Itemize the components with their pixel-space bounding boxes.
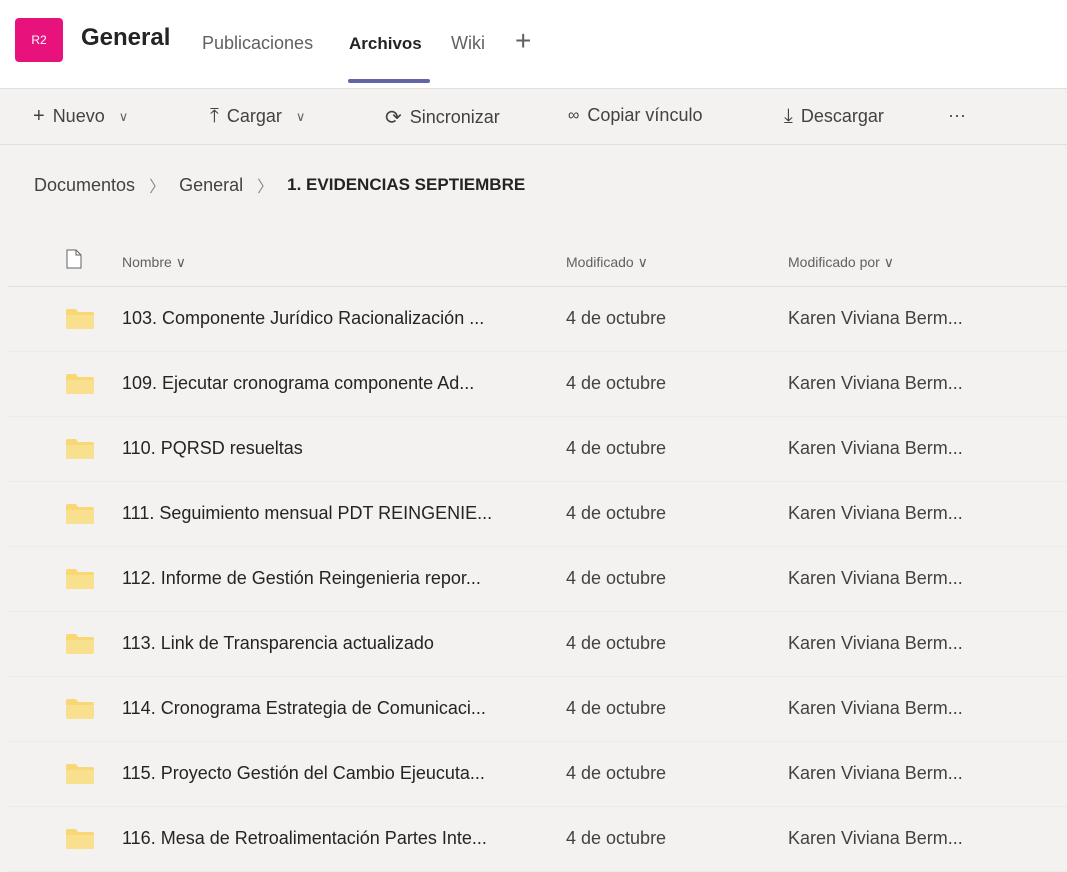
breadcrumb-current: 1. EVIDENCIAS SEPTIEMBRE <box>287 175 526 194</box>
chevron-down-icon: ∨ <box>175 254 186 270</box>
modified-date: 4 de octubre <box>566 568 667 588</box>
folder-icon <box>66 634 94 654</box>
download-icon: ⤓ <box>784 105 793 127</box>
tab-archivos[interactable]: Archivos <box>349 34 422 54</box>
column-header-modified[interactable]: Modificado ∨ <box>566 254 648 271</box>
chevron-right-icon: 〉 <box>149 179 166 196</box>
tab-publicaciones[interactable]: Publicaciones <box>202 33 313 54</box>
folder-icon <box>66 829 94 849</box>
sync-button[interactable]: ⟳ Sincronizar <box>385 105 500 130</box>
folder-icon <box>66 309 94 329</box>
channel-title: General <box>81 24 171 51</box>
sync-icon: ⟳ <box>385 107 402 129</box>
table-row[interactable]: 110. PQRSD resueltas 4 de octubre Karen Vi… <box>8 417 1067 482</box>
modified-date: 4 de octubre <box>566 438 667 458</box>
table-row[interactable]: 112. Informe de Gestión Reingenieria rep… <box>8 547 1067 612</box>
table-row[interactable]: 116. Mesa de Retroalimentación Partes In… <box>8 807 1067 872</box>
sync-label: Sincronizar <box>409 107 500 127</box>
modified-by: Karen Viviana Berm... <box>788 828 963 848</box>
link-icon: ∞ <box>568 106 580 124</box>
modified-date: 4 de octubre <box>566 698 667 718</box>
table-row[interactable]: 115. Proyecto Gestión del Cambio Ejeucut… <box>8 742 1067 807</box>
upload-button[interactable]: ⤒ Cargar ∨ <box>210 105 305 128</box>
file-name[interactable]: 114. Cronograma Estrategia de Comunicaci… <box>122 698 486 719</box>
file-name[interactable]: 111. Seguimiento mensual PDT REINGENIE..… <box>122 503 492 524</box>
modified-by: Karen Viviana Berm... <box>788 308 963 328</box>
chevron-down-icon: ∨ <box>637 254 648 270</box>
new-button[interactable]: + Nuevo ∨ <box>33 105 128 128</box>
download-label: Descargar <box>800 106 884 126</box>
folder-icon <box>66 569 94 589</box>
file-name[interactable]: 116. Mesa de Retroalimentación Partes In… <box>122 828 487 849</box>
modified-by: Karen Viviana Berm... <box>788 633 963 653</box>
modified-by: Karen Viviana Berm... <box>788 698 963 718</box>
modified-by: Karen Viviana Berm... <box>788 503 963 523</box>
file-name[interactable]: 115. Proyecto Gestión del Cambio Ejeucut… <box>122 763 485 784</box>
channel-header: R2 General Publicaciones Archivos Wiki + <box>0 0 1067 88</box>
modified-date: 4 de octubre <box>566 373 667 393</box>
breadcrumb-documentos[interactable]: Documentos <box>34 175 135 196</box>
chevron-down-icon: ∨ <box>295 108 306 124</box>
more-icon: ··· <box>948 105 966 125</box>
folder-icon <box>66 374 94 394</box>
more-options-button[interactable]: ··· <box>948 105 966 126</box>
file-name[interactable]: 103. Componente Jurídico Racionalización… <box>122 308 484 329</box>
table-row[interactable]: 103. Componente Jurídico Racionalización… <box>8 287 1067 352</box>
file-type-icon[interactable] <box>66 249 82 274</box>
column-header-row: Nombre ∨ Modificado ∨ Modificado por ∨ <box>8 236 1067 287</box>
modified-by: Karen Viviana Berm... <box>788 373 963 393</box>
table-row[interactable]: 114. Cronograma Estrategia de Comunicaci… <box>8 677 1067 742</box>
folder-icon <box>66 699 94 719</box>
modified-by: Karen Viviana Berm... <box>788 568 963 588</box>
modified-date: 4 de octubre <box>566 308 667 328</box>
download-button[interactable]: ⤓ Descargar <box>784 105 884 128</box>
modified-by: Karen Viviana Berm... <box>788 438 963 458</box>
breadcrumb-general[interactable]: General <box>179 175 243 196</box>
chevron-right-icon: 〉 <box>257 179 274 196</box>
modified-date: 4 de octubre <box>566 633 667 653</box>
copy-link-button[interactable]: ∞ Copiar vínculo <box>568 105 702 126</box>
folder-icon <box>66 504 94 524</box>
modified-date: 4 de octubre <box>566 503 667 523</box>
team-avatar[interactable]: R2 <box>15 18 63 62</box>
modified-date: 4 de octubre <box>566 828 667 848</box>
breadcrumb: Documentos 〉 General 〉 1. EVIDENCIAS SEP… <box>34 173 525 197</box>
upload-icon: ⤒ <box>210 105 219 127</box>
column-header-modified-label: Modificado <box>566 254 634 270</box>
file-name[interactable]: 112. Informe de Gestión Reingenieria rep… <box>122 568 481 589</box>
file-name[interactable]: 109. Ejecutar cronograma componente Ad..… <box>122 373 474 394</box>
folder-icon <box>66 439 94 459</box>
modified-date: 4 de octubre <box>566 763 667 783</box>
chevron-down-icon: ∨ <box>118 108 129 124</box>
table-row[interactable]: 109. Ejecutar cronograma componente Ad..… <box>8 352 1067 417</box>
add-tab-button[interactable]: + <box>515 25 531 57</box>
modified-by: Karen Viviana Berm... <box>788 763 963 783</box>
file-name[interactable]: 113. Link de Transparencia actualizado <box>122 633 434 654</box>
folder-icon <box>66 764 94 784</box>
new-label: Nuevo <box>52 106 105 126</box>
table-row[interactable]: 113. Link de Transparencia actualizado 4 … <box>8 612 1067 677</box>
command-bar: + Nuevo ∨ ⤒ Cargar ∨ ⟳ Sincronizar ∞ Cop… <box>0 88 1067 145</box>
file-name[interactable]: 110. PQRSD resueltas <box>122 438 303 459</box>
active-tab-indicator <box>348 79 430 83</box>
upload-label: Cargar <box>226 106 282 126</box>
chevron-down-icon: ∨ <box>883 254 894 270</box>
table-row[interactable]: 111. Seguimiento mensual PDT REINGENIE..… <box>8 482 1067 547</box>
column-header-modified-by[interactable]: Modificado por ∨ <box>788 254 894 271</box>
column-header-name[interactable]: Nombre ∨ <box>122 254 186 271</box>
copy-link-label: Copiar vínculo <box>587 105 703 125</box>
tab-wiki[interactable]: Wiki <box>451 33 485 54</box>
plus-icon: + <box>33 105 45 127</box>
column-header-name-label: Nombre <box>122 254 172 270</box>
column-header-modified-by-label: Modificado por <box>788 254 880 270</box>
